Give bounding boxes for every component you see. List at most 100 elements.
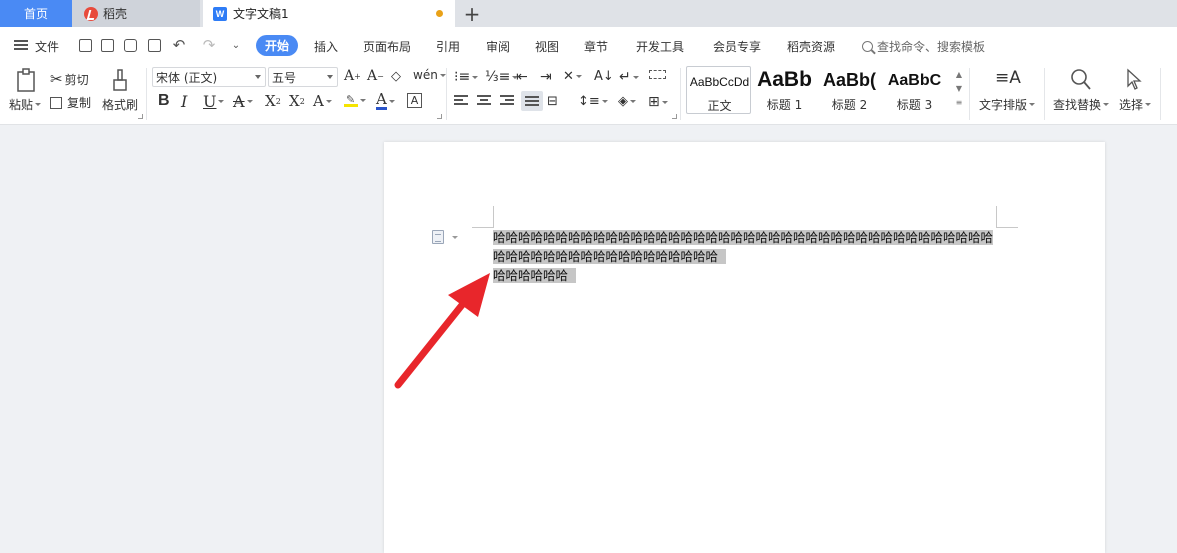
print-icon[interactable]: [121, 36, 139, 54]
separator: [969, 68, 970, 120]
save-icon[interactable]: [76, 36, 94, 54]
paragraph-handle-dropdown-icon[interactable]: [452, 236, 458, 239]
more-styles-icon[interactable]: ≡: [953, 96, 965, 110]
menu-view[interactable]: 视图: [535, 38, 559, 55]
distributed-align-icon[interactable]: ⊟: [547, 94, 558, 109]
undo-icon[interactable]: ↶: [170, 36, 188, 54]
ribbon-toolbar: 粘贴 ✂ 剪切 复制 格式刷 宋体 (正文) 五号 A + A − ◇ wén B …: [0, 64, 1177, 125]
font-color-icon[interactable]: A: [376, 92, 395, 110]
paragraph-handle-icon[interactable]: [432, 230, 444, 244]
export-pdf-icon[interactable]: [98, 36, 116, 54]
menu-file[interactable]: 文件: [35, 38, 59, 55]
new-tab-button[interactable]: +: [460, 0, 484, 27]
text-layout-button[interactable]: 文字排版: [979, 96, 1036, 113]
justify-icon[interactable]: [521, 91, 543, 111]
menu-insert[interactable]: 插入: [314, 38, 338, 55]
select-button[interactable]: 选择: [1119, 96, 1152, 113]
align-center-icon[interactable]: [477, 94, 491, 106]
subscript-icon[interactable]: X2: [289, 92, 305, 110]
menu-page-layout[interactable]: 页面布局: [363, 38, 411, 55]
separator: [146, 68, 147, 120]
chevron-up-icon[interactable]: ▲: [953, 68, 965, 82]
redo-icon[interactable]: ↷: [200, 36, 218, 54]
tab-document[interactable]: W 文字文稿1: [203, 0, 455, 27]
plus-icon: +: [463, 1, 481, 26]
print-preview-icon[interactable]: [145, 36, 163, 54]
document-body[interactable]: 哈哈哈哈哈哈哈哈哈哈哈哈哈哈哈哈哈哈哈哈哈哈哈哈哈哈哈哈哈哈哈哈哈哈哈哈哈哈哈哈…: [493, 228, 994, 285]
paste-button[interactable]: 粘贴: [9, 96, 42, 113]
style-heading-2[interactable]: AaBb( 标题 2: [817, 66, 882, 114]
align-left-icon[interactable]: [454, 94, 468, 106]
styles-gallery: AaBbCcDd 正文 AaBb 标题 1 AaBb( 标题 2 AaBbC 标…: [686, 66, 966, 114]
decrease-indent-icon[interactable]: ⇤: [516, 69, 528, 85]
writer-doc-icon: W: [213, 6, 227, 21]
menu-daoke-resources[interactable]: 稻壳资源: [787, 38, 835, 55]
daoke-logo-icon: [84, 6, 98, 21]
bullet-list-icon[interactable]: ⁝≡: [454, 69, 479, 85]
shrink-font-icon[interactable]: A −: [367, 68, 384, 84]
select-cursor-icon[interactable]: [1126, 68, 1142, 92]
copy-button[interactable]: 复制: [50, 94, 91, 111]
menu-home[interactable]: 开始: [256, 35, 298, 56]
font-dialog-launcher[interactable]: [437, 114, 442, 119]
font-size-select[interactable]: 五号: [268, 67, 338, 87]
style-heading-1[interactable]: AaBb 标题 1: [752, 66, 817, 114]
underline-icon[interactable]: U: [203, 92, 225, 111]
superscript-icon[interactable]: X2: [265, 92, 281, 110]
grow-font-icon[interactable]: A +: [344, 68, 361, 84]
strikethrough-icon[interactable]: A: [233, 92, 253, 111]
table-border-icon[interactable]: [649, 70, 666, 79]
chinese-layout-icon[interactable]: ✕: [563, 69, 582, 84]
style-normal-label: 正文: [707, 99, 732, 113]
style-heading-3[interactable]: AaBbC 标题 3: [882, 66, 947, 114]
style-heading-3-sample: AaBbC: [887, 72, 942, 89]
increase-indent-icon[interactable]: ⇥: [540, 69, 552, 85]
unsaved-dot-icon: [436, 10, 443, 17]
italic-icon[interactable]: I: [181, 92, 187, 111]
hamburger-menu-icon[interactable]: [14, 40, 28, 50]
show-marks-icon[interactable]: ↵: [619, 69, 639, 85]
text-effect-icon[interactable]: A: [313, 92, 332, 110]
menu-references[interactable]: 引用: [436, 38, 460, 55]
phonetic-guide-icon[interactable]: wén: [413, 68, 446, 82]
quick-access-dropdown-icon[interactable]: ⌄: [227, 36, 245, 54]
format-painter-button[interactable]: 格式刷: [102, 96, 138, 113]
tab-home-label: 首页: [23, 7, 48, 21]
command-search[interactable]: 查找命令、搜索模板: [862, 38, 985, 55]
menu-section[interactable]: 章节: [584, 38, 608, 55]
align-right-icon[interactable]: [500, 94, 514, 106]
menu-bar: 文件 ↶ ↷ ⌄ 开始 插入 页面布局 引用 审阅 视图 章节 开发工具 会员专…: [0, 27, 1177, 64]
shading-icon[interactable]: ◈: [618, 94, 636, 109]
numbered-list-icon[interactable]: ⅓≡: [485, 69, 519, 85]
sort-icon[interactable]: A↓: [594, 69, 614, 84]
text-layout-icon[interactable]: ≡A: [995, 68, 1021, 88]
clear-format-icon[interactable]: ◇: [391, 69, 401, 84]
selected-text: 哈哈哈哈哈哈哈哈哈哈哈哈哈哈哈哈哈哈哈哈哈哈哈哈哈哈哈哈哈哈哈哈哈哈哈哈哈哈哈哈: [493, 230, 994, 245]
tab-home[interactable]: 首页: [0, 0, 72, 27]
find-replace-label: 查找替换: [1053, 98, 1102, 112]
find-replace-icon[interactable]: [1070, 68, 1092, 92]
paragraph-line: 哈哈哈哈哈哈: [493, 266, 993, 285]
style-normal[interactable]: AaBbCcDd 正文: [686, 66, 751, 114]
bold-icon[interactable]: B: [158, 92, 170, 110]
cut-button[interactable]: ✂ 剪切: [50, 70, 89, 88]
menu-member[interactable]: 会员专享: [713, 38, 761, 55]
paragraph-line: 哈哈哈哈哈哈哈哈哈哈哈哈哈哈哈哈哈哈哈哈哈哈哈哈哈哈哈哈哈哈哈哈哈哈哈哈哈哈哈哈: [493, 228, 994, 247]
tab-daoke[interactable]: 稻壳: [72, 0, 200, 27]
font-name-select[interactable]: 宋体 (正文): [152, 67, 266, 87]
menu-review[interactable]: 审阅: [486, 38, 510, 55]
chevron-down-icon[interactable]: ▼: [953, 82, 965, 96]
style-normal-sample: AaBbCcDd: [689, 75, 750, 89]
highlight-color-icon[interactable]: ✎: [344, 93, 366, 107]
format-painter-icon[interactable]: [109, 68, 131, 94]
character-border-icon[interactable]: A: [407, 93, 422, 108]
line-spacing-icon[interactable]: ↕≡: [578, 94, 608, 109]
styles-scroll[interactable]: ▲ ▼ ≡: [953, 68, 965, 112]
menu-developer[interactable]: 开发工具: [636, 38, 684, 55]
paste-icon[interactable]: [14, 68, 40, 94]
borders-icon[interactable]: ⊞: [648, 94, 668, 110]
find-replace-button[interactable]: 查找替换: [1053, 96, 1110, 113]
copy-label: 复制: [67, 96, 92, 110]
paragraph-dialog-launcher[interactable]: [672, 114, 677, 119]
clipboard-dialog-launcher[interactable]: [138, 114, 143, 119]
